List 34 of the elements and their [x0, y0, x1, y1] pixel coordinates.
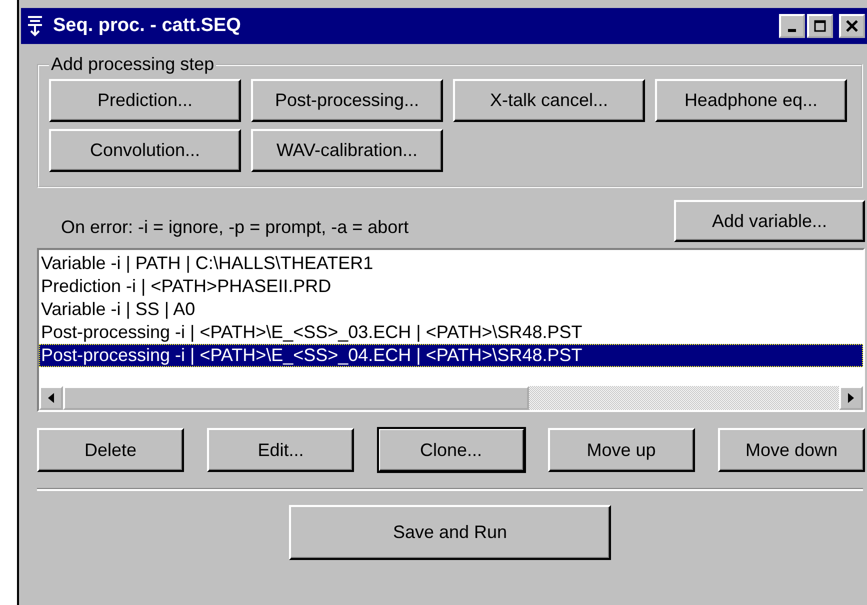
list-item[interactable]: Variable -i | SS | A0 [39, 298, 863, 321]
add-variable-button[interactable]: Add variable... [674, 200, 865, 242]
scroll-thumb[interactable] [63, 386, 529, 410]
scroll-right-button[interactable] [839, 386, 863, 410]
save-and-run-button[interactable]: Save and Run [289, 505, 611, 560]
action-button[interactable]: Delete [37, 428, 184, 472]
action-button[interactable]: Clone... [378, 428, 524, 472]
list-item[interactable]: Post-processing -i | <PATH>\E_<SS>_03.ECH | <PATH>\SR48.PST [39, 321, 863, 344]
step-button[interactable]: Post-processing... [251, 79, 443, 122]
window-title: Seq. proc. - catt.SEQ [53, 15, 242, 37]
right-arrow-icon [847, 392, 855, 404]
action-button[interactable]: Edit... [207, 428, 354, 472]
left-arrow-icon [47, 392, 55, 404]
maximize-icon [814, 20, 826, 32]
step-button[interactable]: Convolution... [49, 129, 241, 172]
minimize-button[interactable] [779, 14, 805, 38]
step-button[interactable]: Prediction... [49, 79, 241, 122]
horizontal-scrollbar[interactable] [39, 386, 863, 410]
close-button[interactable] [839, 14, 865, 38]
list-item[interactable]: Prediction -i | <PATH>PHASEII.PRD [39, 275, 863, 298]
step-button[interactable]: Headphone eq... [655, 79, 847, 122]
error-hint: On error: -i = ignore, -p = prompt, -a = abort [60, 217, 409, 239]
minimize-icon [788, 28, 796, 32]
close-icon [846, 20, 858, 32]
scroll-left-button[interactable] [39, 386, 63, 410]
step-button[interactable]: X-talk cancel... [453, 79, 645, 122]
action-button[interactable]: Move up [548, 428, 695, 472]
step-button[interactable]: WAV-calibration... [251, 129, 443, 172]
list-item[interactable]: Post-processing -i | <PATH>\E_<SS>_04.ECH | <PATH>\SR48.PST [39, 344, 863, 367]
app-icon [25, 15, 45, 37]
maximize-button[interactable] [807, 14, 833, 38]
action-button[interactable]: Move down [718, 428, 865, 472]
list-item[interactable]: Variable -i | PATH | C:\HALLS\THEATER1 [39, 252, 863, 275]
group-title: Add processing step [50, 54, 216, 75]
